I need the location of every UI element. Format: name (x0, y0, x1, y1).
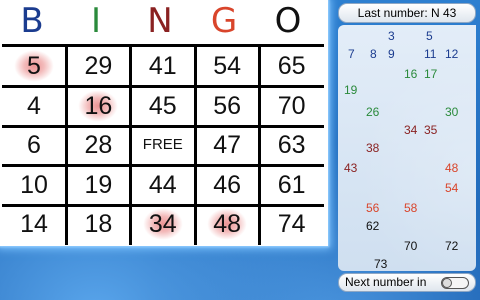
bingo-cell[interactable]: 61 (260, 166, 324, 204)
bingo-cell[interactable]: 54 (195, 47, 259, 85)
bingo-cell[interactable]: 19 (66, 166, 130, 204)
bingo-cell[interactable]: 18 (66, 205, 130, 243)
bingo-cell[interactable]: 16 (66, 87, 130, 125)
cell-number: 18 (84, 210, 113, 239)
bingo-cell[interactable]: 47 (195, 126, 259, 164)
grid-line (2, 164, 324, 168)
cell-number: 46 (213, 170, 242, 199)
bingo-cell[interactable]: 5 (2, 47, 66, 85)
cell-number: 10 (20, 170, 48, 199)
cell-number: 6 (27, 131, 41, 160)
called-number: 8 (370, 47, 377, 61)
bingo-cell[interactable]: 74 (260, 205, 324, 243)
cell-number: 54 (213, 52, 242, 80)
last-number-label: Last number: N 43 (338, 3, 476, 23)
grid-line (64, 47, 68, 245)
cell-number: 74 (277, 210, 306, 239)
cell-number: 61 (277, 170, 306, 199)
cell-number: FREE (142, 136, 183, 154)
cell-number: 19 (84, 170, 113, 199)
grid-line (2, 85, 324, 89)
called-number: 19 (344, 83, 358, 97)
cell-number: 65 (277, 52, 306, 80)
bingo-cell[interactable]: 44 (131, 166, 195, 204)
bingo-letter-b: B (20, 1, 44, 41)
called-number: 56 (366, 201, 380, 215)
called-numbers-panel: Last number: N 43 3 5 7 8 9 11 12 16 17 19 26 30 34 3… (336, 3, 477, 293)
cell-number: 70 (277, 91, 306, 120)
called-number: 17 (424, 67, 438, 81)
cell-number: 48 (213, 210, 242, 239)
grid-line (2, 203, 324, 207)
cell-number: 47 (213, 131, 242, 160)
called-number: 30 (445, 105, 459, 119)
called-number: 26 (366, 105, 380, 119)
called-number: 58 (404, 201, 418, 215)
bingo-cell[interactable]: 46 (195, 166, 259, 204)
cell-number: 5 (27, 52, 41, 80)
called-number: 43 (344, 161, 358, 175)
cell-number: 29 (84, 52, 113, 80)
called-numbers-board: 3 5 7 8 9 11 12 16 17 19 26 30 34 35 38 43 48 54 56 58 62 70 7… (338, 25, 476, 271)
bingo-cell[interactable]: 14 (2, 205, 66, 243)
bingo-cell[interactable]: 45 (131, 87, 195, 125)
bingo-cell[interactable]: 56 (195, 87, 259, 125)
cell-number: 4 (27, 91, 41, 120)
next-number-toggle[interactable] (441, 277, 469, 289)
called-number: 72 (445, 239, 459, 253)
bingo-letter-o: O (274, 1, 302, 41)
toggle-knob[interactable] (442, 278, 452, 288)
bingo-cell[interactable]: 63 (260, 126, 324, 164)
called-number: 48 (445, 161, 459, 175)
grid-line (2, 124, 324, 128)
cell-number: 28 (84, 131, 113, 160)
bingo-cell[interactable]: 34 (131, 205, 195, 243)
bingo-grid: 5 29 41 54 65 4 16 45 56 70 6 28 FREE 47 63 10 19 44 46 61 1… (2, 44, 324, 245)
bingo-cell[interactable]: 70 (260, 87, 324, 125)
called-number: 16 (404, 67, 418, 81)
called-number: 5 (426, 29, 433, 43)
cell-number: 16 (84, 91, 113, 120)
cell-number: 63 (277, 131, 306, 160)
grid-line (193, 47, 197, 245)
bingo-cell[interactable]: 28 (66, 126, 130, 164)
called-number: 12 (445, 47, 459, 61)
bingo-cell[interactable]: 41 (131, 47, 195, 85)
bingo-letter-g: G (210, 1, 238, 41)
cell-number: 56 (213, 91, 242, 120)
next-number-label: Next number in (345, 275, 427, 289)
called-number: 54 (445, 181, 459, 195)
bingo-letter-i: I (90, 1, 102, 41)
bingo-cell[interactable]: 29 (66, 47, 130, 85)
bingo-cell[interactable]: 4 (2, 87, 66, 125)
bingo-cell[interactable]: 65 (260, 47, 324, 85)
cell-number: 34 (148, 210, 177, 239)
called-number: 7 (348, 47, 355, 61)
called-number: 34 (404, 123, 418, 137)
called-number: 70 (404, 239, 418, 253)
bingo-letter-n: N (147, 1, 173, 41)
called-number: 38 (366, 141, 380, 155)
bingo-cell[interactable]: 48 (195, 205, 259, 243)
bingo-card: B I N G O 5 29 41 54 65 4 16 45 56 70 6 28 FREE 47 63 1… (0, 0, 328, 246)
grid-line (258, 47, 262, 245)
bingo-header: B I N G O (0, 0, 328, 41)
cell-number: 45 (148, 91, 177, 120)
grid-line (129, 47, 133, 245)
called-number: 9 (388, 47, 395, 61)
cell-number: 14 (20, 210, 48, 239)
cell-number: 41 (148, 52, 177, 80)
next-number-bar: Next number in (338, 273, 476, 292)
called-number: 62 (366, 219, 380, 233)
bingo-cell[interactable]: 6 (2, 126, 66, 164)
called-number: 73 (374, 257, 388, 271)
cell-number: 44 (148, 170, 177, 199)
called-number: 11 (424, 47, 437, 61)
called-number: 3 (388, 29, 395, 43)
called-number: 35 (424, 123, 438, 137)
bingo-cell[interactable]: 10 (2, 166, 66, 204)
free-cell[interactable]: FREE (131, 126, 195, 164)
